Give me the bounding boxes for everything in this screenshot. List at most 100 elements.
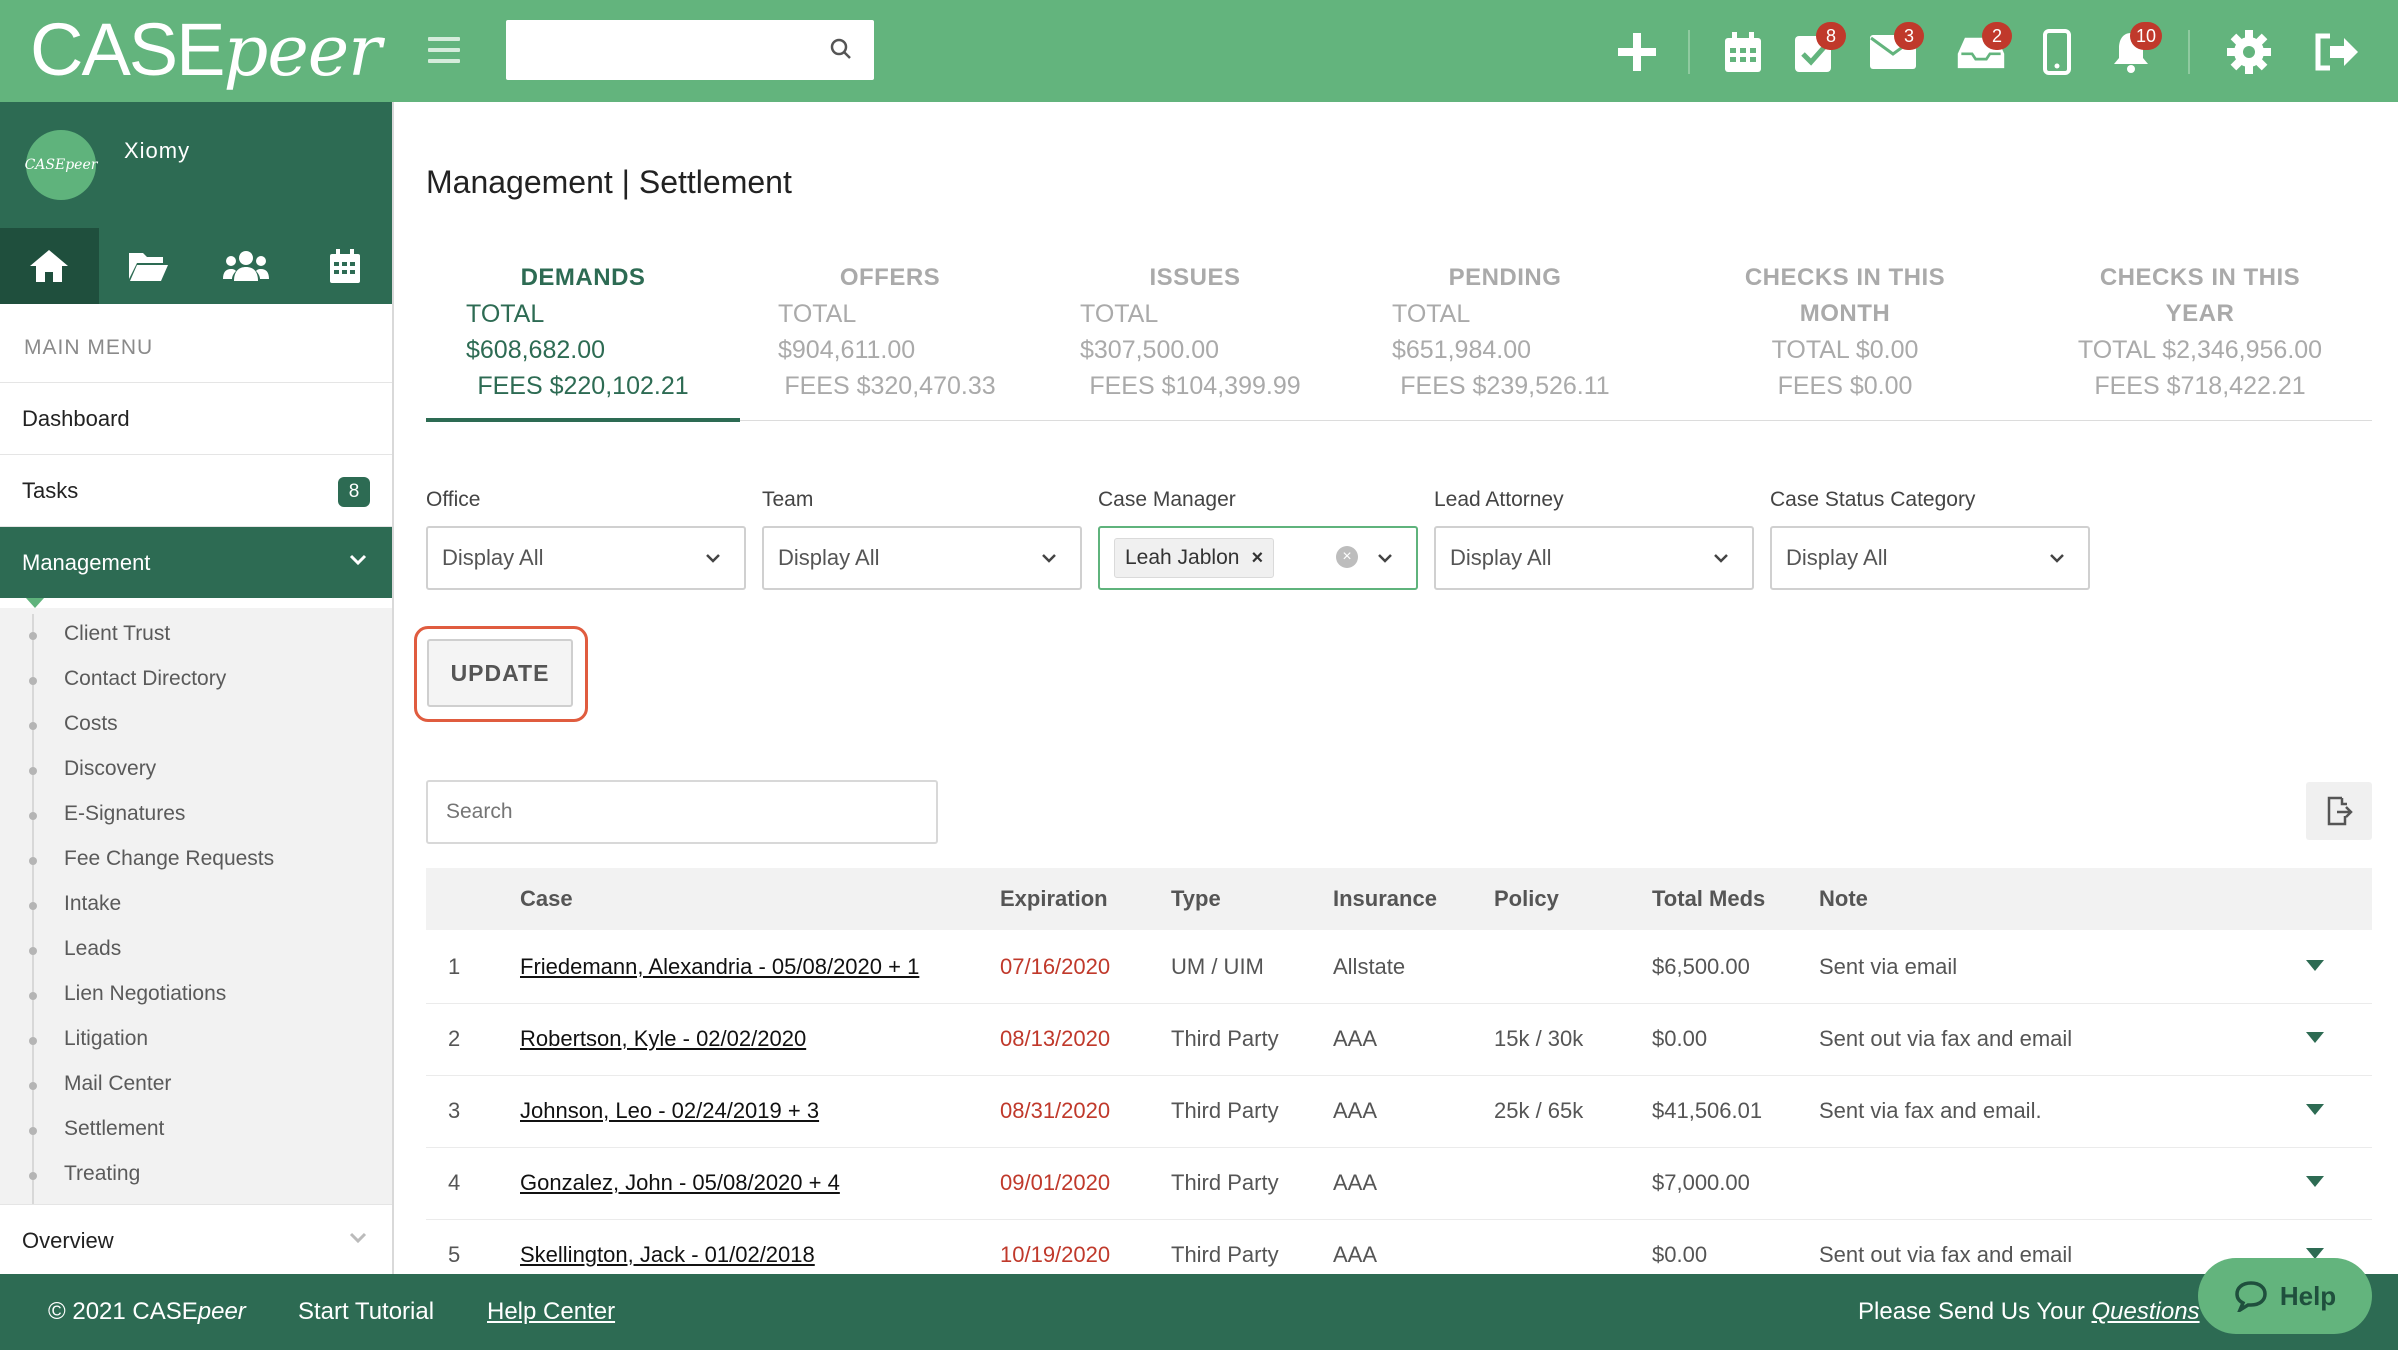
team-select[interactable]: Display All <box>762 526 1082 590</box>
questions-link[interactable]: Questions <box>2092 1298 2200 1325</box>
stat-label: PENDING <box>1448 264 1562 291</box>
column-header-policy[interactable]: Policy <box>1494 886 1559 912</box>
gear-icon[interactable] <box>2224 26 2274 78</box>
table-search[interactable] <box>426 780 938 844</box>
row-expand-caret-icon[interactable] <box>2306 1032 2324 1043</box>
tab-demands[interactable]: DEMANDS TOTAL $608,682.00 FEES $220,102.… <box>426 260 740 404</box>
casepeer-logo[interactable]: CASEpeer <box>30 10 382 92</box>
global-search-input[interactable] <box>506 20 874 80</box>
team-select-value: Display All <box>778 545 880 570</box>
tab-offers[interactable]: OFFERS TOTAL $904,611.00 FEES $320,470.3… <box>740 260 1040 404</box>
table-row: 4 Gonzalez, John - 05/08/2020 + 4 09/01/… <box>426 1148 2372 1220</box>
submenu-item-litigation[interactable]: Litigation <box>64 1027 148 1051</box>
submenu-item-intake[interactable]: Intake <box>64 892 121 916</box>
tab-pending[interactable]: PENDING TOTAL $651,984.00 FEES $239,526.… <box>1355 260 1655 404</box>
column-header-type[interactable]: Type <box>1171 886 1221 912</box>
stat-fees: FEES $104,399.99 <box>1089 372 1301 400</box>
users-icon[interactable] <box>197 228 296 304</box>
search-icon[interactable] <box>830 38 852 60</box>
help-button-label: Help <box>2279 1280 2337 1311</box>
insurance-cell: Allstate <box>1333 954 1406 979</box>
stat-label: DEMANDS <box>520 264 646 291</box>
column-header-note[interactable]: Note <box>1819 886 1868 912</box>
chevron-down-icon <box>349 1232 367 1244</box>
case-status-category-select[interactable]: Display All <box>1770 526 2090 590</box>
folder-icon[interactable] <box>99 228 198 304</box>
submenu-item-discovery[interactable]: Discovery <box>64 757 156 781</box>
submenu-item-mail-center[interactable]: Mail Center <box>64 1072 171 1096</box>
table-search-input[interactable] <box>428 782 936 842</box>
home-icon[interactable] <box>0 228 99 304</box>
plus-icon[interactable] <box>1612 26 1662 78</box>
type-cell: Third Party <box>1171 1242 1279 1267</box>
sidebar-item-tasks[interactable]: Tasks 8 <box>0 454 392 526</box>
case-manager-select[interactable]: Leah Jablon × × <box>1098 526 1418 590</box>
sidebar-item-management[interactable]: Management <box>0 526 392 598</box>
mobile-icon[interactable] <box>2032 26 2082 78</box>
column-header-case[interactable]: Case <box>520 886 573 912</box>
submenu-item-fee-change-requests[interactable]: Fee Change Requests <box>64 847 274 871</box>
sidebar-item-overview[interactable]: Overview <box>0 1204 392 1274</box>
stat-fees: FEES $320,470.33 <box>784 372 996 400</box>
expiration-date: 09/01/2020 <box>1000 1170 1111 1195</box>
calendar-icon[interactable] <box>1718 26 1768 78</box>
case-link[interactable]: Gonzalez, John - 05/08/2020 + 4 <box>520 1170 840 1196</box>
help-center-link[interactable]: Help Center <box>487 1298 615 1326</box>
table-row: 3 Johnson, Leo - 02/24/2019 + 3 08/31/20… <box>426 1076 2372 1148</box>
tasks-check-icon[interactable]: 8 <box>1790 22 1846 78</box>
case-link[interactable]: Johnson, Leo - 02/24/2019 + 3 <box>520 1098 819 1124</box>
stat-total-value: $651,984.00 <box>1392 336 1532 364</box>
calendar-icon[interactable] <box>296 228 393 304</box>
inbox-tray-icon[interactable]: 2 <box>1956 22 2012 78</box>
submenu-item-settlement[interactable]: Settlement <box>64 1117 164 1141</box>
tasks-count-badge: 8 <box>338 477 370 507</box>
tab-checks-this-month[interactable]: CHECKS IN THIS MONTH TOTAL $0.00 FEES $0… <box>1690 260 2000 404</box>
notifications-badge: 10 <box>2129 22 2162 50</box>
start-tutorial-link[interactable]: Start Tutorial <box>298 1298 434 1326</box>
submenu-item-contact-directory[interactable]: Contact Directory <box>64 667 226 691</box>
clear-selection-icon[interactable]: × <box>1336 546 1358 568</box>
office-select[interactable]: Display All <box>426 526 746 590</box>
stat-label-2: MONTH <box>1799 300 1891 327</box>
submenu-item-e-signatures[interactable]: E-Signatures <box>64 802 185 826</box>
type-cell: UM / UIM <box>1171 954 1264 979</box>
stat-total: TOTAL <box>1392 300 1471 328</box>
row-expand-caret-icon[interactable] <box>2306 1104 2324 1115</box>
row-expand-caret-icon[interactable] <box>2306 960 2324 971</box>
row-number: 1 <box>448 954 461 979</box>
global-search[interactable] <box>506 20 874 80</box>
insurance-cell: AAA <box>1333 1170 1378 1195</box>
column-header-total-meds[interactable]: Total Meds <box>1652 886 1765 912</box>
stat-total: TOTAL $2,346,956.00 <box>2077 336 2323 364</box>
export-icon[interactable] <box>2306 782 2372 840</box>
stat-total: TOTAL $0.00 <box>1771 336 1919 364</box>
tab-checks-this-year[interactable]: CHECKS IN THIS YEAR TOTAL $2,346,956.00 … <box>2040 260 2360 404</box>
row-expand-caret-icon[interactable] <box>2306 1176 2324 1187</box>
avatar[interactable]: CASEpeer <box>25 130 97 200</box>
bell-icon[interactable]: 10 <box>2106 22 2162 78</box>
case-link[interactable]: Friedemann, Alexandria - 05/08/2020 + 1 <box>520 954 919 980</box>
submenu-item-treating[interactable]: Treating <box>64 1162 140 1186</box>
help-button[interactable]: Help <box>2198 1258 2372 1334</box>
case-link[interactable]: Skellington, Jack - 01/02/2018 <box>520 1242 815 1268</box>
update-button[interactable]: UPDATE <box>427 639 573 707</box>
sidebar-item-label: Tasks <box>22 477 79 503</box>
mail-icon[interactable]: 3 <box>1868 22 1924 78</box>
logout-icon[interactable] <box>2312 26 2362 78</box>
user-name[interactable]: Xiomy <box>124 138 190 164</box>
column-header-expiration[interactable]: Expiration <box>1000 886 1108 912</box>
submenu-item-costs[interactable]: Costs <box>64 712 118 736</box>
submenu-item-leads[interactable]: Leads <box>64 937 121 961</box>
sidebar-item-dashboard[interactable]: Dashboard <box>0 382 392 454</box>
tab-issues[interactable]: ISSUES TOTAL $307,500.00 FEES $104,399.9… <box>1045 260 1345 404</box>
submenu-item-lien-negotiations[interactable]: Lien Negotiations <box>64 982 226 1006</box>
column-header-insurance[interactable]: Insurance <box>1333 886 1437 912</box>
policy-cell: 15k / 30k <box>1494 1026 1584 1051</box>
hamburger-menu-icon[interactable] <box>428 37 460 63</box>
submenu-item-client-trust[interactable]: Client Trust <box>64 622 170 646</box>
chevron-down-icon <box>2050 554 2064 563</box>
chip-remove-icon[interactable]: × <box>1251 547 1263 570</box>
case-link[interactable]: Robertson, Kyle - 02/02/2020 <box>520 1026 806 1052</box>
total-meds-cell: $0.00 <box>1652 1026 1708 1051</box>
lead-attorney-select[interactable]: Display All <box>1434 526 1754 590</box>
